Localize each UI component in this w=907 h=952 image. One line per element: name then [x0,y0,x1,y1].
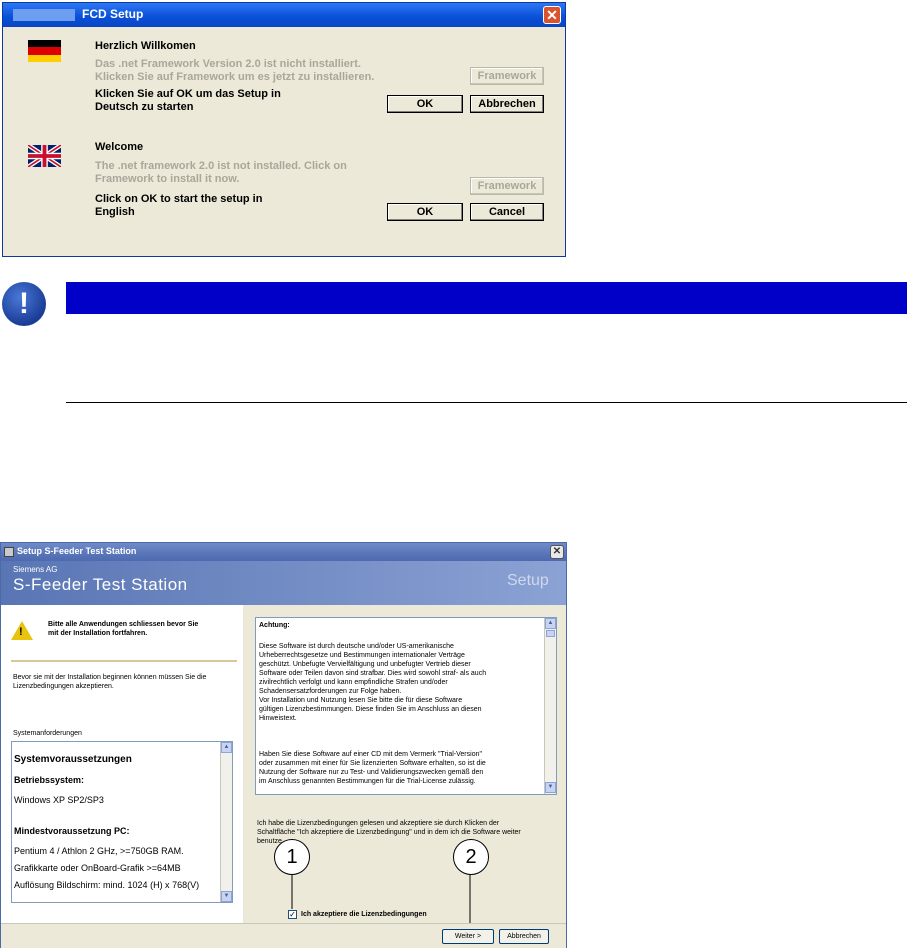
german-info-line1: Das .net Framework Version 2.0 ist nicht… [95,58,361,70]
sfeeder-setup-dialog: Setup S-Feeder Test Station ✕ Siemens AG… [0,542,567,948]
note-header-bar [66,282,907,314]
german-heading: Herzlich Willkomen [95,40,196,52]
window-title: FCD Setup [82,7,144,21]
german-ok-button[interactable]: OK [387,95,463,113]
german-framework-button[interactable]: Framework [470,67,544,85]
english-info-line2: Framework to install it now. [95,173,240,185]
cancel-button[interactable]: Abbrechen [499,929,549,944]
callout-2: 2 [453,839,489,875]
german-cancel-button[interactable]: Abbrechen [470,95,544,113]
english-framework-button[interactable]: Framework [470,177,544,195]
callout-leader-lines [291,875,471,932]
title-icon [13,9,75,21]
english-start-line1: Click on OK to start the setup in [95,193,263,205]
close-button[interactable]: ✕ [543,6,561,24]
uk-flag-icon [28,145,61,167]
next-button[interactable]: Weiter > [442,929,494,944]
important-note-icon: ! [2,282,46,326]
fcd-setup-dialog: FCD Setup ✕ Herzlich Willkomen Das .net … [2,2,566,257]
german-flag-icon [28,40,61,62]
german-start-line1: Klicken Sie auf OK um das Setup in [95,88,281,100]
english-start-line2: English [95,206,135,218]
title-bar: FCD Setup ✕ [3,3,565,27]
english-ok-button[interactable]: OK [387,203,463,221]
english-heading: Welcome [95,141,144,153]
english-cancel-button[interactable]: Cancel [470,203,544,221]
german-start-line2: Deutsch zu starten [95,101,194,113]
callout-1: 1 [274,839,310,875]
german-info-line2: Klicken Sie auf Framework um es jetzt zu… [95,71,375,83]
note-divider [66,402,907,403]
english-info-line1: The .net framework 2.0 ist not installed… [95,160,347,172]
